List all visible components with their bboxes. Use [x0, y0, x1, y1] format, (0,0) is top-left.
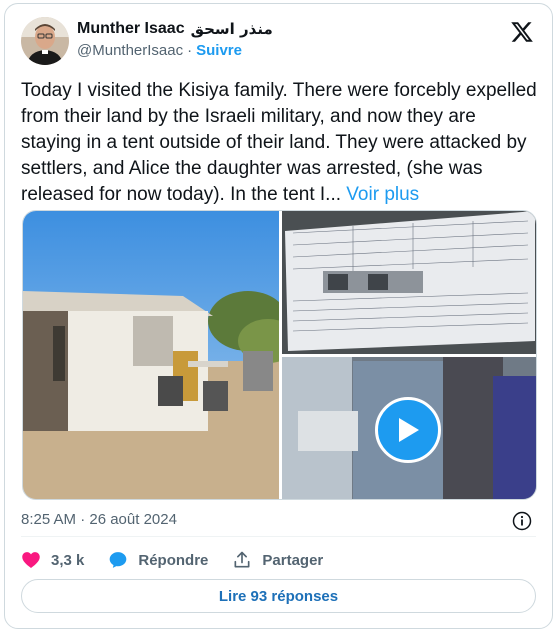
action-bar: 3,3 k Répondre Partager [21, 549, 347, 571]
tweet-text: Today I visited the Kisiya family. There… [21, 78, 541, 208]
share-icon [234, 551, 250, 568]
share-button[interactable]: Partager [232, 550, 323, 570]
document-photo[interactable] [282, 211, 537, 354]
timestamp[interactable]: 8:25 AM · 26 août 2024 [21, 511, 177, 528]
reply-button[interactable]: Répondre [108, 550, 208, 570]
x-logo-icon[interactable] [510, 20, 534, 44]
play-icon [399, 418, 419, 442]
author-handle[interactable]: @MuntherIsaac [77, 42, 183, 59]
tweet-body: Today I visited the Kisiya family. There… [21, 80, 537, 205]
follow-button[interactable]: Suivre [196, 42, 242, 59]
like-button[interactable]: 3,3 k [21, 550, 84, 570]
play-button[interactable] [375, 397, 441, 463]
reply-label: Répondre [138, 551, 209, 569]
heart-icon [22, 552, 40, 568]
show-more-link[interactable]: Voir plus [346, 184, 419, 205]
like-count: 3,3 k [51, 551, 85, 569]
media-grid-graphic [23, 211, 537, 500]
author-arabic-name[interactable]: منذر اسحق [191, 20, 273, 38]
avatar[interactable] [21, 17, 69, 65]
read-replies-button[interactable]: Lire 93 réponses [21, 579, 536, 613]
author-handle-row: @MuntherIsaac · Suivre [77, 42, 242, 59]
share-label: Partager [262, 551, 324, 569]
tent-photo[interactable] [23, 211, 298, 500]
author-display-name[interactable]: Munther Isaac [77, 20, 185, 38]
tweet-card: Munther Isaac منذر اسحق @MuntherIsaac · … [4, 3, 553, 629]
info-icon[interactable] [512, 511, 532, 531]
separator-dot: · [187, 42, 193, 59]
divider [21, 536, 536, 537]
media-grid [22, 210, 537, 500]
author-name-row: Munther Isaac منذر اسحق [77, 19, 273, 39]
reply-bubble-icon [110, 552, 127, 568]
